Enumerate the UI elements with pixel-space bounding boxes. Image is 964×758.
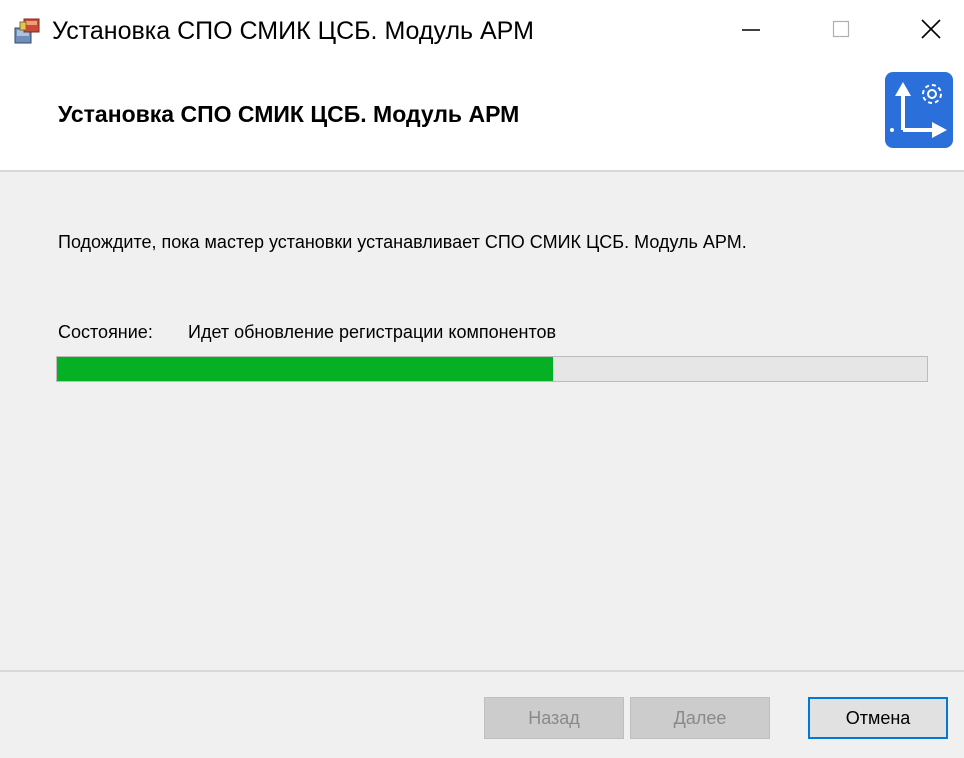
back-button[interactable]: Назад: [484, 697, 624, 739]
progress-fill: [57, 357, 553, 381]
maximize-button[interactable]: [803, 0, 879, 62]
status-value: Идет обновление регистрации компонентов: [188, 322, 557, 342]
installer-package-icon: [12, 16, 42, 46]
cancel-button[interactable]: Отмена: [808, 697, 948, 739]
button-bar: Назад Далее Отмена: [0, 672, 964, 758]
maximize-icon: [831, 19, 851, 44]
close-button[interactable]: [893, 0, 964, 62]
window-title: Установка СПО СМИК ЦСБ. Модуль АРМ: [52, 17, 534, 45]
header-banner: Установка СПО СМИК ЦСБ. Модуль АРМ: [0, 62, 964, 170]
close-icon: [920, 18, 942, 45]
minimize-button[interactable]: [713, 0, 789, 62]
minimize-icon: [741, 19, 761, 44]
axes-gear-logo-icon: [885, 72, 953, 148]
description-text: Подождите, пока мастер установки устанав…: [58, 232, 747, 252]
progress-bar: [56, 356, 928, 382]
page-title: Установка СПО СМИК ЦСБ. Модуль АРМ: [58, 101, 520, 127]
next-button[interactable]: Далее: [630, 697, 770, 739]
installer-window: Установка СПО СМИК ЦСБ. Модуль АРМ Устан…: [0, 0, 964, 758]
content-area: Подождите, пока мастер установки устанав…: [0, 172, 964, 670]
title-bar[interactable]: Установка СПО СМИК ЦСБ. Модуль АРМ: [0, 0, 964, 62]
status-label: Состояние:: [58, 322, 153, 342]
